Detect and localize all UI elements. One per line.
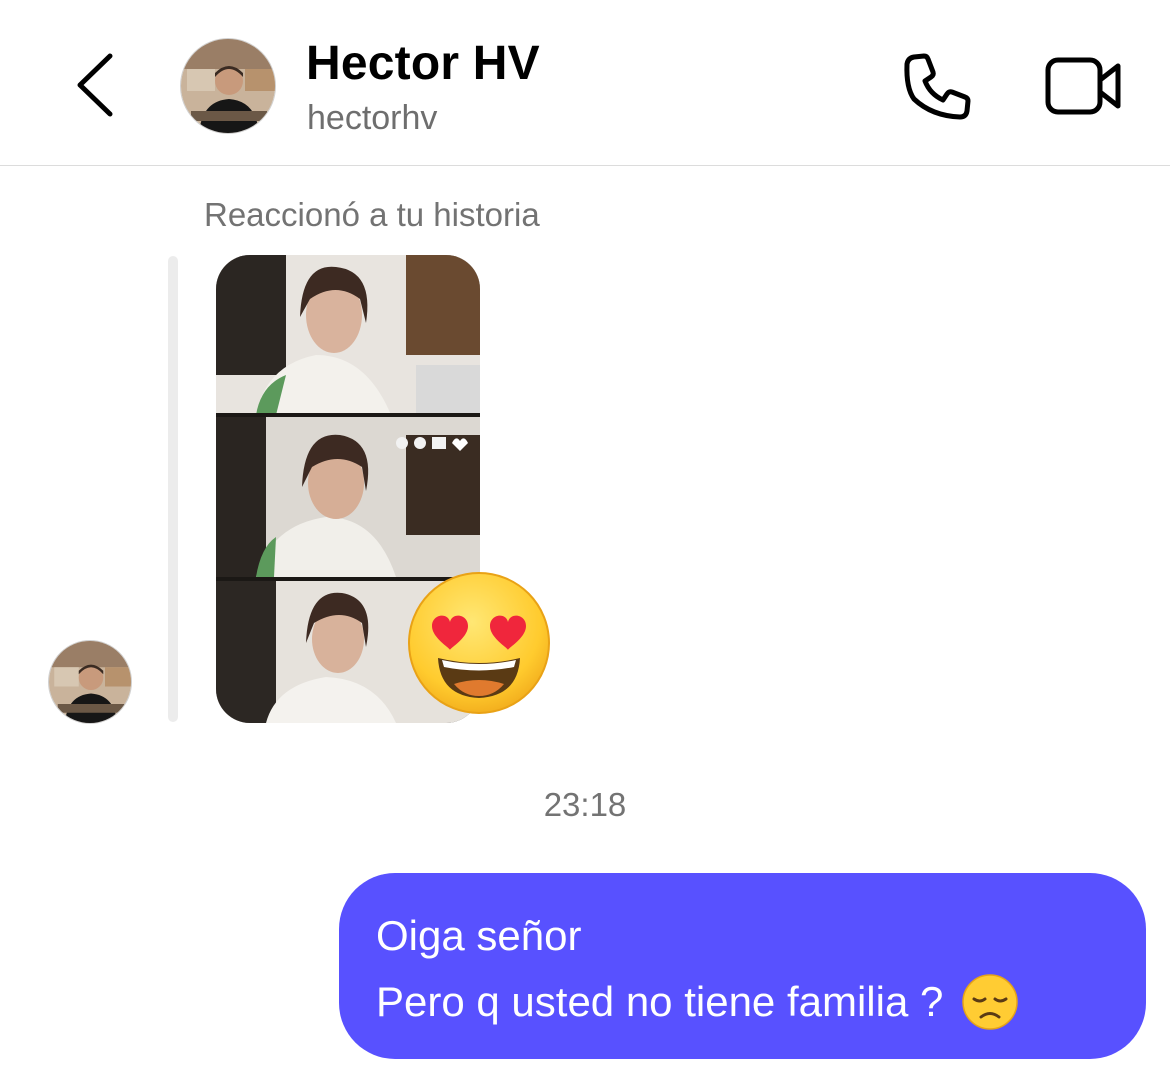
contact-name[interactable]: Hector HV [306,36,540,91]
chat-header: Hector HV hectorhv [0,0,1170,166]
video-camera-icon [1045,57,1121,115]
outgoing-message-bubble[interactable]: Oiga señor Pero q usted no tiene familia… [339,873,1146,1059]
contact-username: hectorhv [307,99,438,137]
voice-call-button[interactable] [900,50,974,124]
chevron-left-icon [77,53,113,117]
back-button[interactable] [66,48,126,122]
message-line-1: Oiga señor [376,912,582,959]
heart-eyes-emoji [404,568,554,718]
contact-avatar[interactable] [180,38,276,134]
message-line-2: Pero q usted no tiene familia ? [376,969,1110,1035]
video-call-button[interactable] [1044,54,1124,118]
sender-avatar[interactable] [48,640,132,724]
reaction-label: Reaccionó a tu historia [204,196,540,233]
disappointed-face-emoji [961,973,1019,1031]
reply-bar [168,256,178,722]
phone-icon [904,53,971,120]
message-timestamp: 23:18 [543,786,627,823]
message-line-2-text: Pero q usted no tiene familia ? [376,978,944,1025]
